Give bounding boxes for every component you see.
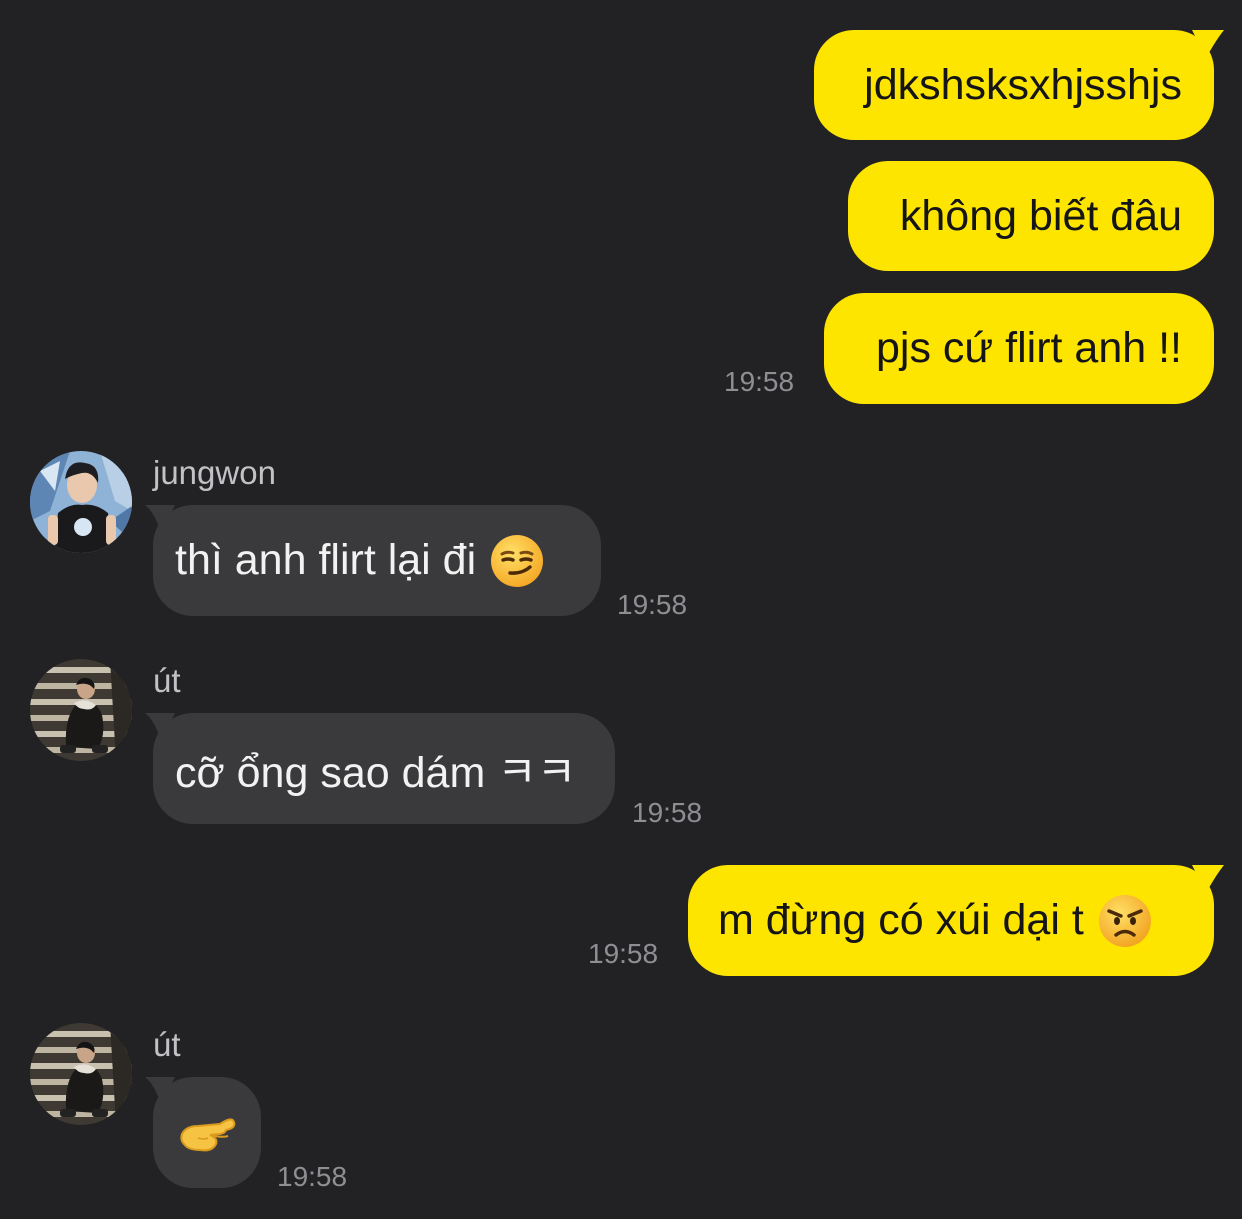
bubble-tail-icon	[1192, 30, 1224, 58]
message-timestamp: 19:58	[277, 1161, 348, 1192]
message-text: thì anh flirt lại đi	[175, 536, 477, 584]
incoming-message-bubble[interactable]: thì anh flirt lại đi	[153, 505, 601, 616]
bubble-tail-icon	[1192, 865, 1224, 893]
message-timestamp: 19:58	[632, 797, 703, 828]
message-text: m đừng có xúi dại t	[718, 896, 1084, 944]
outgoing-message-bubble[interactable]: m đừng có xúi dại t	[688, 865, 1214, 976]
sender-name: jungwon	[153, 454, 276, 491]
avatar-jungwon[interactable]	[30, 451, 132, 553]
sender-name: út	[153, 1026, 181, 1063]
message-timestamp: 19:58	[588, 938, 659, 969]
incoming-message-bubble[interactable]: cỡ ổng sao dám ㅋㅋ	[153, 713, 615, 824]
message-text: không biết đâu	[899, 191, 1182, 240]
message-text: jdkshsksxhjsshjs	[864, 60, 1182, 109]
incoming-message-bubble[interactable]	[153, 1077, 261, 1188]
smirking-face-emoji	[491, 534, 544, 587]
message-text: cỡ ổng sao dám ㅋㅋ	[175, 748, 577, 797]
message-timestamp: 19:58	[724, 366, 795, 397]
message-text: pjs cứ flirt anh !!	[876, 324, 1182, 372]
outgoing-message-bubble[interactable]: jdkshsksxhjsshjs	[814, 30, 1214, 140]
message-timestamp: 19:58	[617, 589, 688, 620]
outgoing-message-bubble[interactable]: pjs cứ flirt anh !!	[824, 293, 1214, 404]
avatar-ut[interactable]	[30, 1023, 132, 1125]
sender-name: út	[153, 662, 181, 699]
outgoing-message-bubble[interactable]: không biết đâu	[848, 161, 1214, 271]
avatar-ut[interactable]	[30, 659, 132, 761]
angry-face-emoji	[1098, 894, 1151, 947]
pinching-hand-emoji	[180, 1117, 236, 1151]
